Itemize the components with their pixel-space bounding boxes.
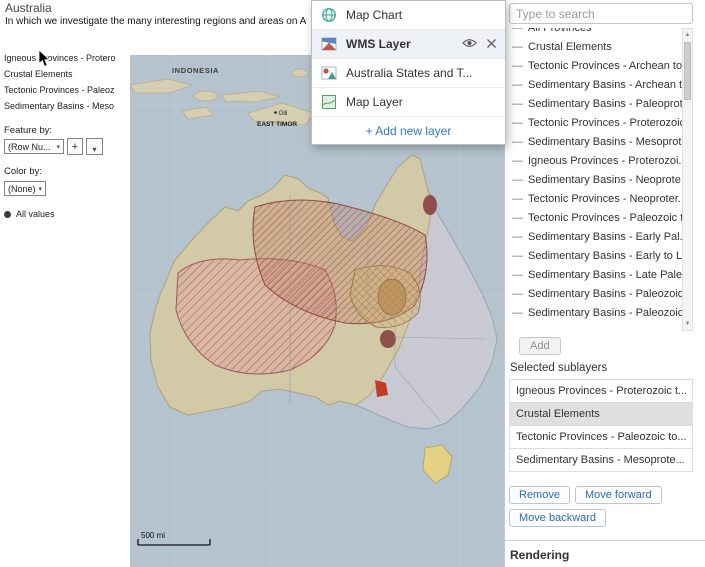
tree-dash: —: [512, 98, 523, 110]
tree-dash: —: [512, 288, 523, 300]
available-sublayer-item[interactable]: —Sedimentary Basins - Late Pale...: [509, 266, 682, 285]
color-legend-entry: All values: [4, 209, 129, 219]
available-sublayer-item[interactable]: —Tectonic Provinces - Neoproter...: [509, 190, 682, 209]
mouse-cursor: [38, 50, 50, 73]
tree-dash: —: [512, 117, 523, 129]
available-sublayer-item[interactable]: —Sedimentary Basins - Mesoprot...: [509, 133, 682, 152]
selected-sublayer-item[interactable]: Sedimentary Basins - Mesoprote...: [509, 448, 693, 472]
move-forward-button[interactable]: Move forward: [575, 486, 662, 504]
color-by-dropdown[interactable]: (None): [4, 181, 46, 196]
layers-popup: Map Chart WMS Layer: [311, 0, 506, 145]
label-east-timor: EAST TIMOR: [257, 121, 297, 128]
available-sublayer-item[interactable]: —Crustal Elements: [509, 38, 682, 57]
layer-item-wms[interactable]: WMS Layer: [312, 30, 505, 59]
dili-marker: [274, 111, 277, 114]
available-sublayer-item[interactable]: —Sedimentary Basins - Paleozoic...: [509, 304, 682, 323]
app-window: Australia In which we investigate the ma…: [0, 0, 705, 567]
available-sublayers-list: —All Provinces —Crustal Elements —Tecton…: [509, 28, 693, 331]
visibility-eye-icon[interactable]: [462, 37, 477, 51]
list-scrollbar[interactable]: ▲ ▼: [682, 28, 693, 331]
tree-dash: —: [512, 155, 523, 167]
all-values-label: All values: [16, 209, 55, 219]
svg-text:500 mi: 500 mi: [141, 531, 165, 540]
layer-label: WMS Layer: [346, 37, 411, 51]
legend: Igneous Provinces - Protero Crustal Elem…: [4, 50, 129, 219]
sublayers-panel: —All Provinces —Crustal Elements —Tecton…: [504, 0, 705, 567]
selected-sublayer-item[interactable]: Igneous Provinces - Proterozoic t...: [509, 379, 693, 403]
search-input[interactable]: [509, 3, 693, 24]
rendering-section-title: Rendering: [510, 548, 569, 562]
color-by-label: Color by:: [4, 166, 129, 177]
wms-region-brown-blob[interactable]: [378, 279, 406, 315]
label-indonesia: INDONESIA: [172, 66, 219, 75]
available-sublayer-item[interactable]: —Sedimentary Basins - Neoprote...: [509, 171, 682, 190]
layer-item-map-chart[interactable]: Map Chart: [312, 1, 505, 30]
layer-item-feature-layer[interactable]: Australia States and T...: [312, 59, 505, 88]
available-sublayer-item[interactable]: —Sedimentary Basins - Early to L...: [509, 247, 682, 266]
tree-dash: —: [512, 60, 523, 72]
page-description: In which we investigate the many interes…: [5, 16, 307, 27]
map-layer-icon: [321, 94, 337, 110]
available-sublayer-item[interactable]: —Tectonic Provinces - Archean to...: [509, 57, 682, 76]
tree-dash: —: [512, 307, 523, 319]
tree-dash: —: [512, 41, 523, 53]
scroll-up-icon[interactable]: ▲: [683, 29, 692, 41]
tree-dash: —: [512, 136, 523, 148]
selected-sublayers-title: Selected sublayers: [510, 362, 607, 374]
section-divider: [505, 540, 705, 541]
legend-item: Sedimentary Basins - Meso: [4, 98, 129, 114]
available-sublayer-item[interactable]: —Sedimentary Basins - Paleoprot...: [509, 95, 682, 114]
selected-sublayer-item[interactable]: Tectonic Provinces - Paleozoic to...: [509, 425, 693, 449]
tree-dash: —: [512, 212, 523, 224]
column-menu-dropdown[interactable]: [86, 138, 103, 155]
available-sublayer-item[interactable]: —Tectonic Provinces - Paleozoic t...: [509, 209, 682, 228]
feature-layer-icon: [321, 65, 337, 81]
selected-sublayers-list: Igneous Provinces - Proterozoic t... Cru…: [509, 380, 693, 472]
close-icon[interactable]: [487, 37, 496, 51]
available-sublayer-item[interactable]: —Sedimentary Basins - Archean t...: [509, 76, 682, 95]
available-sublayer-item[interactable]: —Sedimentary Basins - Paleozoic...: [509, 285, 682, 304]
globe-icon: [321, 7, 337, 23]
page-title: Australia: [5, 1, 52, 15]
wms-layer-icon: [321, 36, 337, 52]
tree-dash: —: [512, 28, 523, 34]
move-backward-button[interactable]: Move backward: [509, 509, 606, 527]
feature-by-dropdown[interactable]: (Row Nu...: [4, 139, 64, 154]
tree-dash: —: [512, 250, 523, 262]
layer-item-map-layer[interactable]: Map Layer: [312, 88, 505, 117]
add-sublayer-button[interactable]: Add: [519, 337, 561, 355]
tree-dash: —: [512, 174, 523, 186]
tree-dash: —: [512, 231, 523, 243]
feature-by-label: Feature by:: [4, 125, 129, 136]
available-sublayer-item[interactable]: —Sedimentary Basins - Early Pal...: [509, 228, 682, 247]
scrollbar-thumb[interactable]: [684, 42, 691, 100]
add-new-layer-link[interactable]: + Add new layer: [312, 117, 505, 144]
tree-dash: —: [512, 193, 523, 205]
selected-sublayer-item[interactable]: Crustal Elements: [509, 402, 693, 426]
scroll-down-icon[interactable]: ▼: [683, 318, 692, 330]
layer-label: Map Layer: [346, 95, 403, 109]
available-sublayer-item[interactable]: —Tectonic Provinces - Proterozoic: [509, 114, 682, 133]
tree-dash: —: [512, 79, 523, 91]
legend-item: Igneous Provinces - Protero: [4, 50, 129, 66]
available-sublayer-item[interactable]: —All Provinces: [509, 28, 682, 38]
label-dili: Dili: [279, 111, 287, 117]
legend-item: Crustal Elements: [4, 66, 129, 82]
legend-item: Tectonic Provinces - Paleoz: [4, 82, 129, 98]
layer-label: Australia States and T...: [346, 66, 473, 80]
available-sublayer-item[interactable]: —Igneous Provinces - Proterozoi...: [509, 152, 682, 171]
tree-dash: —: [512, 269, 523, 281]
color-swatch: [4, 211, 11, 218]
add-column-button[interactable]: +: [67, 138, 83, 155]
layer-label: Map Chart: [346, 8, 402, 22]
remove-button[interactable]: Remove: [509, 486, 570, 504]
